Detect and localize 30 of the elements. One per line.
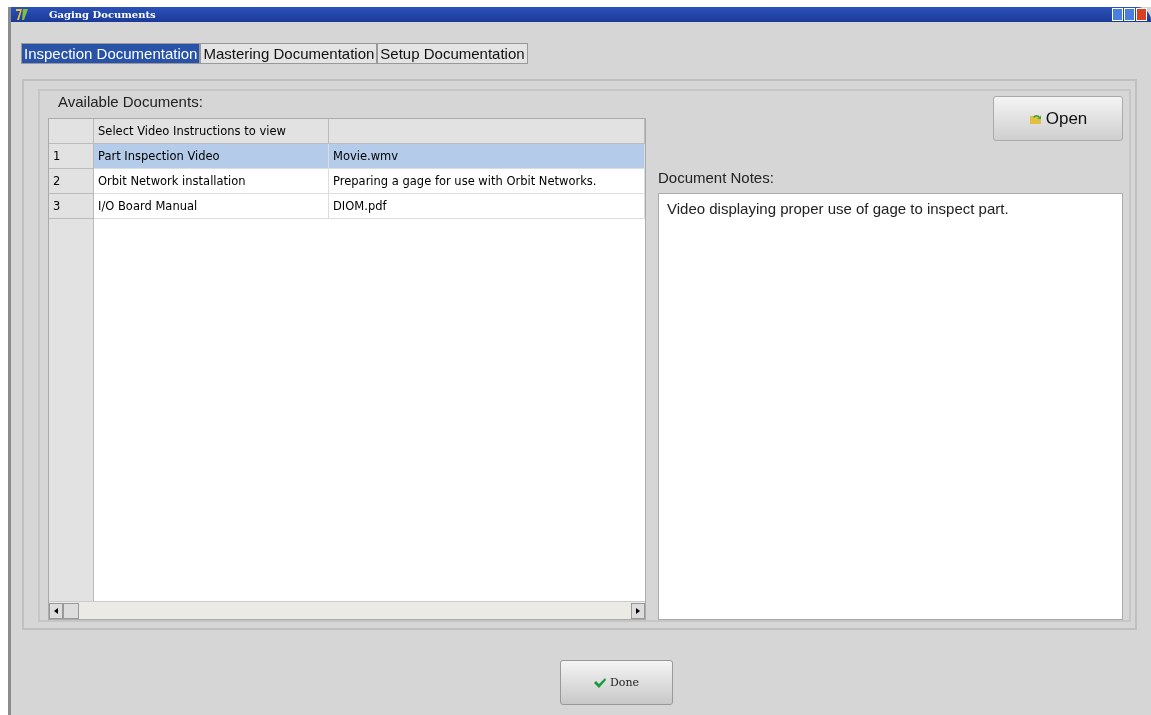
table-cell[interactable]: DIOM.pdf [329, 194, 645, 219]
table-cell[interactable]: Movie.wmv [329, 144, 645, 169]
scroll-right-button[interactable] [631, 602, 645, 619]
table-cell[interactable]: Orbit Network installation [94, 169, 329, 194]
maximize-button[interactable] [1124, 8, 1135, 21]
column-header: Select Video Instructions to view [94, 119, 329, 144]
table-cell[interactable]: Part Inspection Video [94, 144, 329, 169]
window-title: Gaging Documents [49, 9, 156, 20]
tab[interactable]: Setup Documentation [377, 43, 528, 64]
tab[interactable]: Mastering Documentation [200, 43, 378, 64]
row-number: 2 [49, 169, 94, 194]
table-cell[interactable]: I/O Board Manual [94, 194, 329, 219]
minimize-button[interactable] [1112, 8, 1123, 21]
row-number: 3 [49, 194, 94, 219]
section-label: Available Documents: [58, 93, 204, 110]
folder-icon [1028, 112, 1043, 125]
check-icon [592, 676, 607, 689]
scroll-left-button[interactable] [49, 602, 63, 619]
notes-label: Document Notes: [658, 169, 775, 186]
corner-cell [49, 119, 94, 144]
table-cell[interactable]: Preparing a gage for use with Orbit Networks. [329, 169, 645, 194]
close-button[interactable] [1136, 8, 1147, 21]
horizontal-scrollbar[interactable] [49, 601, 645, 619]
logo-icon [15, 8, 29, 21]
notes-box: Video displaying proper use of gage to inspect part. [658, 193, 1123, 620]
done-button[interactable]: Done [559, 660, 673, 705]
tab[interactable]: Inspection Documentation [21, 43, 201, 64]
scrollbar-thumb[interactable] [63, 602, 79, 619]
row-number: 1 [49, 144, 94, 169]
open-button[interactable]: Open [993, 96, 1123, 141]
